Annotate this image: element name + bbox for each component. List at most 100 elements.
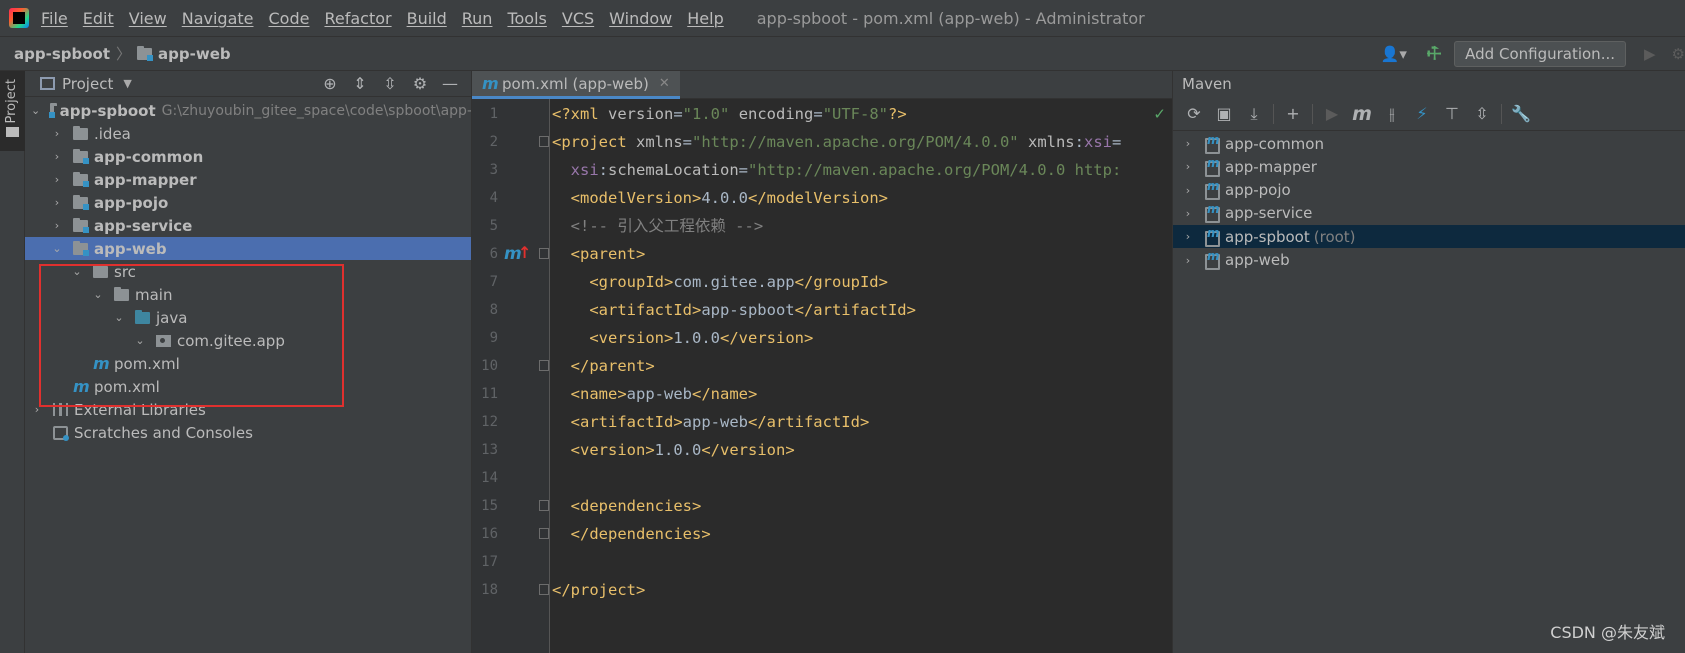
line-number[interactable]: 8 — [472, 296, 498, 324]
line-number[interactable]: 14 — [472, 464, 498, 492]
code-line[interactable]: </parent> — [552, 352, 655, 380]
minimize-icon[interactable]: — — [435, 74, 465, 93]
menu-build[interactable]: Build — [407, 9, 447, 28]
collapse-all-icon[interactable]: ⇳ — [1467, 104, 1497, 123]
fold-marker-icon[interactable] — [539, 136, 549, 147]
maven-project-app-web[interactable]: › app-web — [1173, 249, 1685, 272]
chevron-right-icon[interactable]: › — [1182, 207, 1194, 220]
menu-tools[interactable]: Tools — [507, 9, 546, 28]
fold-marker-icon[interactable] — [539, 360, 549, 371]
maven-project-app-mapper[interactable]: › app-mapper — [1173, 155, 1685, 178]
line-number[interactable]: 9 — [472, 324, 498, 352]
code-line[interactable]: xsi:schemaLocation="http://maven.apache.… — [552, 156, 1122, 184]
tab-pom-xml[interactable]: m pom.xml (app-web) ✕ — [472, 71, 680, 99]
tree-row-java[interactable]: ⌄ java — [25, 306, 471, 329]
tree-row-app-pojo[interactable]: › app-pojo — [25, 191, 471, 214]
line-number[interactable]: 12 — [472, 408, 498, 436]
collapse-all-icon[interactable]: ⇳ — [375, 74, 405, 93]
chevron-down-icon[interactable]: ⌄ — [31, 104, 40, 117]
debug-icon[interactable]: ⚙ — [1672, 45, 1685, 63]
tree-row-app-common[interactable]: › app-common — [25, 145, 471, 168]
tree-row-src[interactable]: ⌄ src — [25, 260, 471, 283]
line-number[interactable]: 16 — [472, 520, 498, 548]
line-number[interactable]: 10 — [472, 352, 498, 380]
code-line[interactable]: <modelVersion>4.0.0</modelVersion> — [552, 184, 888, 212]
code-line[interactable]: <groupId>com.gitee.app</groupId> — [552, 268, 888, 296]
tree-row-root-pom[interactable]: m pom.xml — [25, 375, 471, 398]
breadcrumb-module[interactable]: app-web — [158, 45, 231, 63]
chevron-right-icon[interactable]: › — [31, 403, 43, 416]
line-number[interactable]: 7 — [472, 268, 498, 296]
fold-marker-icon[interactable] — [539, 500, 549, 511]
menu-file[interactable]: File — [41, 9, 68, 28]
chevron-down-icon[interactable]: ⌄ — [134, 334, 146, 347]
menu-window[interactable]: Window — [609, 9, 672, 28]
line-number[interactable]: 3 — [472, 156, 498, 184]
toggle-offline-icon[interactable]: ⫲ — [1377, 104, 1407, 124]
tree-row-app-service[interactable]: › app-service — [25, 214, 471, 237]
chevron-down-icon[interactable]: ⌄ — [92, 288, 104, 301]
tree-row-app-mapper[interactable]: › app-mapper — [25, 168, 471, 191]
line-number[interactable]: 4 — [472, 184, 498, 212]
code-line[interactable]: <dependencies> — [552, 492, 702, 520]
project-tool-window-button[interactable]: Project — [0, 71, 25, 151]
tree-row-app-web[interactable]: ⌄ app-web — [25, 237, 471, 260]
chevron-right-icon[interactable]: › — [51, 150, 63, 163]
chevron-down-icon[interactable]: ⌄ — [71, 265, 83, 278]
code-line[interactable]: </project> — [552, 576, 645, 604]
menu-edit[interactable]: Edit — [83, 9, 114, 28]
fold-marker-icon[interactable] — [539, 528, 549, 539]
code-line[interactable]: <?xml version="1.0" encoding="UTF-8"?> — [552, 100, 907, 128]
code-line[interactable]: <project xmlns="http://maven.apache.org/… — [552, 128, 1121, 156]
execute-maven-goal-icon[interactable]: m — [1347, 103, 1377, 125]
chevron-right-icon[interactable]: › — [51, 219, 63, 232]
line-number[interactable]: 18 — [472, 576, 498, 604]
line-number[interactable]: 5 — [472, 212, 498, 240]
menu-view[interactable]: View — [129, 9, 167, 28]
close-icon[interactable]: ✕ — [659, 76, 670, 91]
menu-code[interactable]: Code — [269, 9, 310, 28]
skip-tests-icon[interactable]: ⚡ — [1407, 104, 1437, 123]
build-hammer-icon[interactable]: ⚒ — [1422, 41, 1447, 66]
run-icon[interactable]: ▶ — [1317, 104, 1347, 123]
chevron-right-icon[interactable]: › — [1182, 230, 1194, 243]
line-number[interactable]: 15 — [472, 492, 498, 520]
chevron-right-icon[interactable]: › — [1182, 160, 1194, 173]
menu-refactor[interactable]: Refactor — [324, 9, 391, 28]
code-line[interactable]: </dependencies> — [552, 520, 711, 548]
line-number[interactable]: 17 — [472, 548, 498, 576]
maven-project-app-service[interactable]: › app-service — [1173, 202, 1685, 225]
code-line[interactable]: <version>1.0.0</version> — [552, 436, 795, 464]
maven-project-app-spboot[interactable]: › app-spboot(root) — [1173, 225, 1685, 249]
menu-run[interactable]: Run — [462, 9, 493, 28]
menu-help[interactable]: Help — [687, 9, 723, 28]
tree-row-idea[interactable]: › .idea — [25, 122, 471, 145]
chevron-down-icon[interactable]: ⌄ — [51, 242, 63, 255]
code-line[interactable]: <!-- 引入父工程依赖 --> — [552, 212, 764, 240]
generate-sources-icon[interactable]: ▣ — [1209, 104, 1239, 123]
gear-icon[interactable]: ⚙ — [405, 74, 435, 93]
tree-row-main[interactable]: ⌄ main — [25, 283, 471, 306]
line-number[interactable]: 1 — [472, 100, 498, 128]
reload-icon[interactable]: ⟳ — [1179, 104, 1209, 123]
menu-navigate[interactable]: Navigate — [182, 9, 254, 28]
locate-icon[interactable]: ⊕ — [315, 74, 345, 93]
line-number[interactable]: 6 — [472, 240, 498, 268]
code-line[interactable]: <artifactId>app-spboot</artifactId> — [552, 296, 916, 324]
line-number[interactable]: 13 — [472, 436, 498, 464]
user-dropdown-icon[interactable]: 👤▾ — [1381, 45, 1407, 63]
chevron-down-icon[interactable]: ▼ — [123, 77, 131, 90]
tree-row-app-spboot[interactable]: ⌄ app-spboot G:\zhuyoubin_gitee_space\co… — [25, 99, 471, 122]
line-number[interactable]: 2 — [472, 128, 498, 156]
tree-row-package[interactable]: ⌄ com.gitee.app — [25, 329, 471, 352]
chevron-right-icon[interactable]: › — [1182, 184, 1194, 197]
add-configuration-button[interactable]: Add Configuration... — [1454, 40, 1626, 67]
chevron-right-icon[interactable]: › — [1182, 254, 1194, 267]
project-panel-title[interactable]: Project — [62, 75, 113, 93]
menu-vcs[interactable]: VCS — [562, 9, 594, 28]
chevron-right-icon[interactable]: › — [1182, 137, 1194, 150]
code-line[interactable]: <version>1.0.0</version> — [552, 324, 813, 352]
fold-marker-icon[interactable] — [539, 584, 549, 595]
code-line[interactable]: <name>app-web</name> — [552, 380, 758, 408]
maven-project-app-pojo[interactable]: › app-pojo — [1173, 179, 1685, 202]
